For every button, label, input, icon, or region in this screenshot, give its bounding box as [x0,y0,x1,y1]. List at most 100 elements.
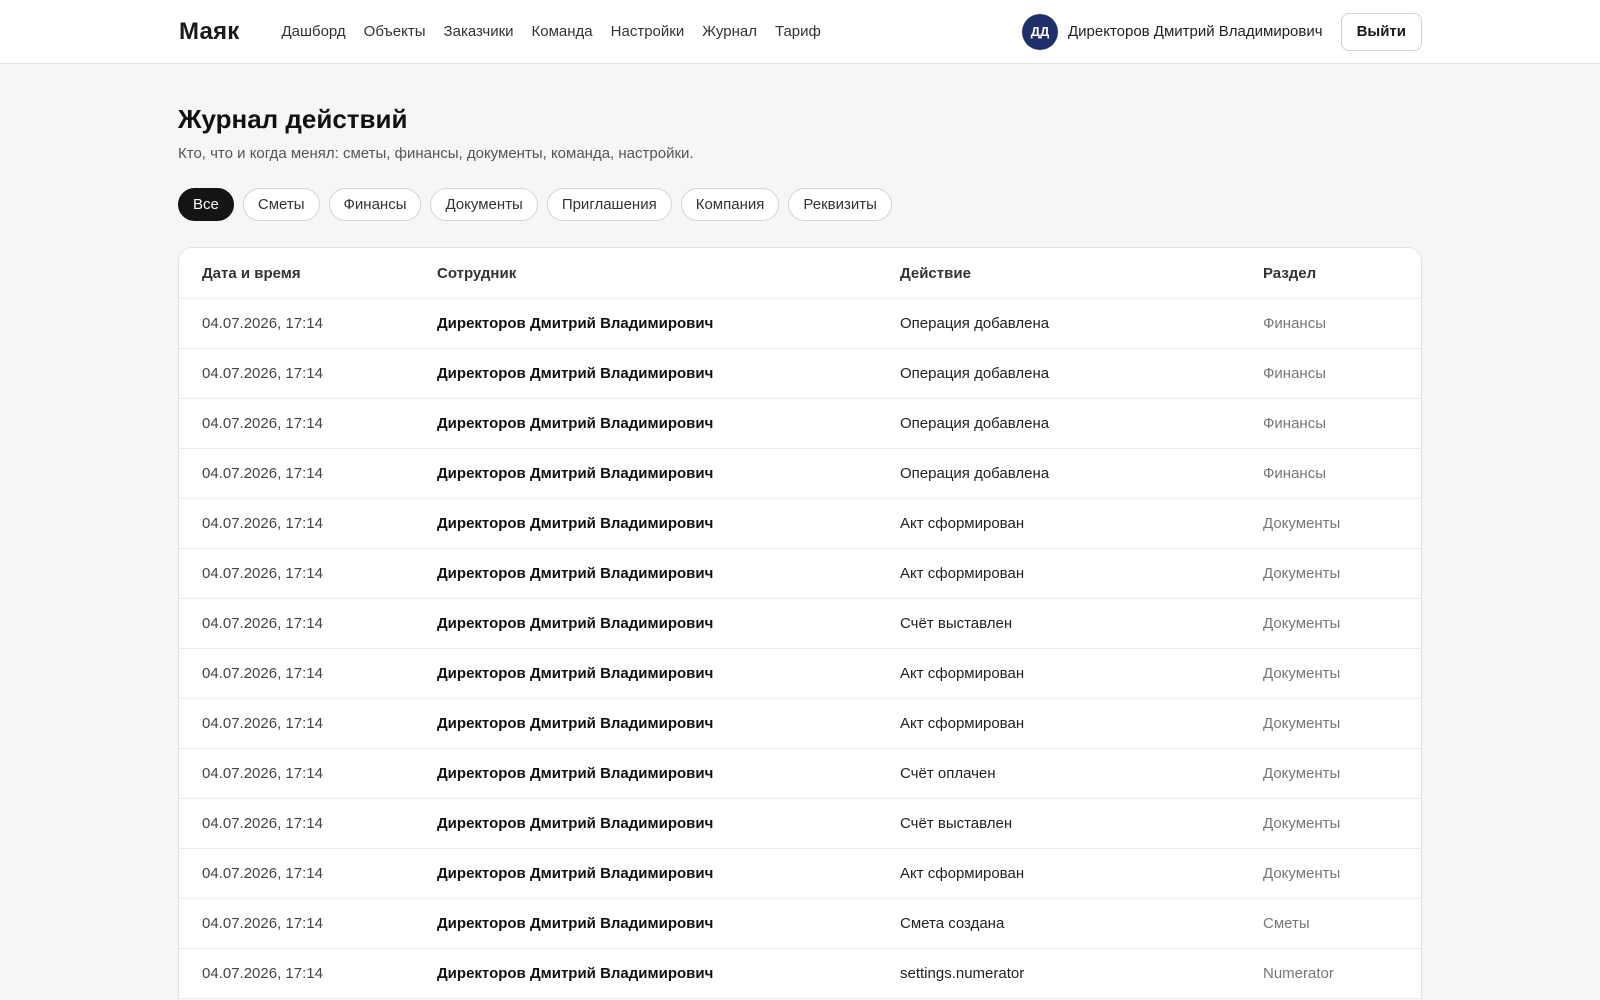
nav-journal[interactable]: Журнал [702,23,757,40]
nav-dashboard[interactable]: Дашборд [281,23,345,40]
cell-section: Документы [1263,815,1341,832]
cell-section: Финансы [1263,465,1326,482]
user-name: Директоров Дмитрий Владимирович [1067,23,1323,40]
cell-datetime: 04.07.2026, 17:14 [202,765,323,782]
cell-action: Акт сформирован [900,665,1025,682]
cell-section: Финансы [1263,315,1326,332]
table-row[interactable]: 04.07.2026, 17:14 Директоров Дмитрий Влад… [179,499,1421,549]
cell-action: Операция добавлена [900,415,1050,432]
table-row[interactable]: 04.07.2026, 17:14 Директоров Дмитрий Влад… [179,899,1421,949]
filter-documents[interactable]: Документы [430,188,538,221]
nav-team[interactable]: Команда [532,23,593,40]
column-header-action[interactable]: Действие [900,265,1263,282]
cell-datetime: 04.07.2026, 17:14 [202,915,323,932]
cell-datetime: 04.07.2026, 17:14 [202,965,323,982]
cell-employee: Директоров Дмитрий Владимирович [437,565,714,582]
table-row[interactable]: 04.07.2026, 17:14 Директоров Дмитрий Влад… [179,799,1421,849]
cell-employee: Директоров Дмитрий Владимирович [437,765,714,782]
cell-section: Документы [1263,865,1341,882]
filter-requisites[interactable]: Реквизиты [788,188,892,221]
column-header-datetime[interactable]: Дата и время [202,265,437,282]
page-subtitle: Кто, что и когда менял: сметы, финансы, … [178,145,694,162]
cell-datetime: 04.07.2026, 17:14 [202,715,323,732]
table-row[interactable]: 04.07.2026, 17:14 Директоров Дмитрий Влад… [179,399,1421,449]
cell-employee: Директоров Дмитрий Владимирович [437,665,714,682]
cell-section: Numerator [1263,965,1334,982]
cell-action: Смета создана [900,915,1005,932]
nav-customers[interactable]: Заказчики [444,23,514,40]
cell-action: Операция добавлена [900,465,1050,482]
cell-action: settings.numerator [900,965,1025,982]
main-content: Журнал действий Кто, что и когда менял: … [0,64,1600,999]
filter-company[interactable]: Компания [680,188,780,221]
cell-section: Финансы [1263,365,1326,382]
table-header: Дата и время Сотрудник Действие Раздел [179,248,1421,299]
filter-invitations[interactable]: Приглашения [546,188,672,221]
top-navbar: Маяк Дашборд Объекты Заказчики Команда Н… [0,0,1600,64]
table-row[interactable]: 04.07.2026, 17:14 Директоров Дмитрий Влад… [179,299,1421,349]
nav-objects[interactable]: Объекты [364,23,426,40]
cell-section: Сметы [1263,915,1310,932]
table-row[interactable]: 04.07.2026, 17:14 Директоров Дмитрий Влад… [179,549,1421,599]
cell-datetime: 04.07.2026, 17:14 [202,565,323,582]
cell-employee: Директоров Дмитрий Владимирович [437,465,714,482]
cell-action: Счёт выставлен [900,815,1013,832]
nav-tariff[interactable]: Тариф [775,23,821,40]
cell-action: Акт сформирован [900,565,1025,582]
table-row[interactable]: 04.07.2026, 17:14 Директоров Дмитрий Влад… [179,599,1421,649]
page-title: Журнал действий [178,104,408,134]
table-row[interactable]: 04.07.2026, 17:14 Директоров Дмитрий Влад… [179,649,1421,699]
table-row[interactable]: 04.07.2026, 17:14 Директоров Дмитрий Влад… [179,849,1421,899]
avatar[interactable]: ДД [1021,13,1058,50]
cell-datetime: 04.07.2026, 17:14 [202,615,323,632]
cell-datetime: 04.07.2026, 17:14 [202,415,323,432]
cell-section: Документы [1263,565,1341,582]
cell-section: Документы [1263,515,1341,532]
cell-action: Операция добавлена [900,315,1050,332]
cell-section: Документы [1263,765,1341,782]
filter-chips: Все Сметы Финансы Документы Приглашения … [178,188,1422,221]
cell-action: Акт сформирован [900,515,1025,532]
cell-datetime: 04.07.2026, 17:14 [202,815,323,832]
nav-settings[interactable]: Настройки [611,23,685,40]
cell-employee: Директоров Дмитрий Владимирович [437,615,714,632]
cell-action: Акт сформирован [900,715,1025,732]
cell-datetime: 04.07.2026, 17:14 [202,465,323,482]
cell-section: Финансы [1263,415,1326,432]
user-menu: ДД Директоров Дмитрий Владимирович Выйти [1021,12,1422,51]
cell-datetime: 04.07.2026, 17:14 [202,665,323,682]
filter-estimates[interactable]: Сметы [242,188,320,221]
column-header-employee[interactable]: Сотрудник [437,265,900,282]
table-body: 04.07.2026, 17:14 Директоров Дмитрий Влад… [179,299,1421,999]
table-row[interactable]: 04.07.2026, 17:14 Директоров Дмитрий Влад… [179,749,1421,799]
cell-employee: Директоров Дмитрий Владимирович [437,915,714,932]
cell-employee: Директоров Дмитрий Владимирович [437,515,714,532]
cell-datetime: 04.07.2026, 17:14 [202,315,323,332]
cell-employee: Директоров Дмитрий Владимирович [437,965,714,982]
cell-datetime: 04.07.2026, 17:14 [202,515,323,532]
cell-datetime: 04.07.2026, 17:14 [202,865,323,882]
table-row[interactable]: 04.07.2026, 17:14 Директоров Дмитрий Влад… [179,349,1421,399]
table-row[interactable]: 04.07.2026, 17:14 Директоров Дмитрий Влад… [179,449,1421,499]
app-logo[interactable]: Маяк [179,18,239,46]
cell-action: Счёт оплачен [900,765,996,782]
table-row[interactable]: 04.07.2026, 17:14 Директоров Дмитрий Влад… [179,699,1421,749]
activity-log-table: Дата и время Сотрудник Действие Раздел 0… [178,247,1422,999]
cell-section: Документы [1263,715,1341,732]
cell-employee: Директоров Дмитрий Владимирович [437,815,714,832]
filter-all[interactable]: Все [178,188,234,221]
cell-datetime: 04.07.2026, 17:14 [202,365,323,382]
cell-employee: Директоров Дмитрий Владимирович [437,715,714,732]
column-header-section[interactable]: Раздел [1263,265,1421,282]
main-nav: Дашборд Объекты Заказчики Команда Настро… [281,23,820,40]
cell-employee: Директоров Дмитрий Владимирович [437,415,714,432]
cell-employee: Директоров Дмитрий Владимирович [437,315,714,332]
table-row[interactable]: 04.07.2026, 17:14 Директоров Дмитрий Влад… [179,949,1421,999]
cell-section: Документы [1263,615,1341,632]
cell-action: Операция добавлена [900,365,1050,382]
logout-button[interactable]: Выйти [1340,12,1422,51]
filter-finance[interactable]: Финансы [328,188,422,221]
cell-section: Документы [1263,665,1341,682]
cell-employee: Директоров Дмитрий Владимирович [437,365,714,382]
cell-employee: Директоров Дмитрий Владимирович [437,865,714,882]
